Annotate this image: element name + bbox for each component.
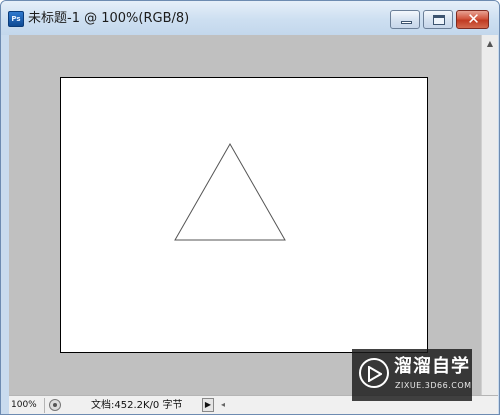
scroll-up-arrow-icon[interactable]: ▲ bbox=[482, 37, 498, 51]
minimize-icon bbox=[401, 21, 412, 24]
document-size-info: 文档:452.2K/0 字节 bbox=[91, 400, 183, 411]
minimize-button[interactable] bbox=[390, 10, 420, 29]
play-logo-icon bbox=[359, 358, 389, 388]
title-bar[interactable]: Ps 未标题-1 @ 100%(RGB/8) ✕ bbox=[1, 1, 499, 35]
scroll-left-arrow-icon[interactable]: ◂ bbox=[217, 398, 229, 412]
document-canvas[interactable] bbox=[60, 77, 428, 353]
watermark-url: ZIXUE.3D66.COM bbox=[395, 381, 472, 390]
maximize-icon bbox=[433, 15, 445, 25]
canvas-drawing bbox=[174, 142, 286, 241]
maximize-button[interactable] bbox=[423, 10, 453, 29]
close-button[interactable]: ✕ bbox=[456, 10, 489, 29]
watermark-brand: 溜溜自学 bbox=[394, 356, 470, 377]
vertical-scrollbar[interactable]: ▲ bbox=[481, 35, 498, 395]
status-menu-arrow-button[interactable]: ▶ bbox=[202, 398, 214, 412]
play-glyph-icon bbox=[368, 366, 382, 382]
watermark-badge: 溜溜自学 ZIXUE.3D66.COM bbox=[352, 349, 472, 401]
photoshop-app-icon[interactable]: Ps bbox=[8, 11, 24, 27]
canvas-pasteboard[interactable] bbox=[9, 35, 481, 395]
zoom-level-field[interactable]: 100% bbox=[9, 398, 45, 413]
document-title: 未标题-1 @ 100%(RGB/8) bbox=[28, 11, 190, 26]
close-icon: ✕ bbox=[467, 10, 480, 28]
triangle-shape[interactable] bbox=[174, 142, 286, 241]
document-info-icon[interactable] bbox=[49, 399, 61, 411]
